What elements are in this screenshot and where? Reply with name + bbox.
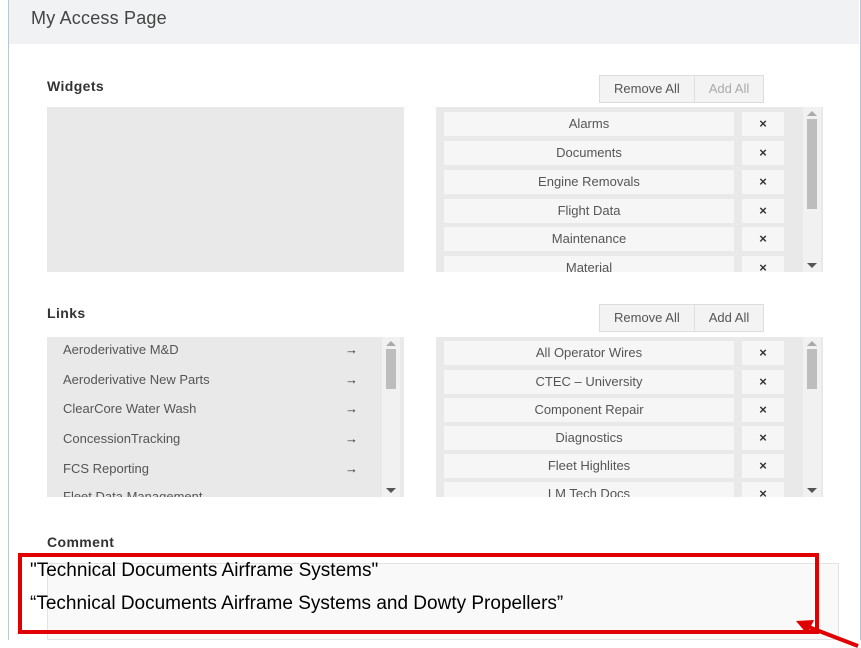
remove-link-icon[interactable]: ×: [742, 454, 784, 478]
annotation-arrow-icon: [796, 620, 859, 648]
link-item-label: FCS Reporting: [63, 461, 149, 476]
remove-widget-icon[interactable]: ×: [742, 256, 784, 272]
page-title: My Access Page: [31, 8, 167, 28]
remove-widget-icon[interactable]: ×: [742, 227, 784, 251]
callout-line-2: “Technical Documents Airframe Systems an…: [30, 593, 564, 614]
callout-line-1: "Technical Documents Airframe Systems": [30, 560, 379, 581]
link-item-label: ClearCore Water Wash: [63, 401, 197, 416]
links-add-all-button[interactable]: Add All: [695, 305, 763, 331]
widgets-label: Widgets: [47, 78, 105, 94]
widgets-scrollbar[interactable]: [803, 107, 821, 272]
remove-widget-icon[interactable]: ×: [742, 112, 784, 136]
list-item[interactable]: Fleet Data Management →: [63, 485, 393, 497]
widget-item-label: Documents: [444, 141, 734, 165]
widget-item-label: Engine Removals: [444, 170, 734, 194]
links-remove-all-button[interactable]: Remove All: [600, 305, 695, 331]
add-link-icon[interactable]: →: [345, 457, 358, 481]
list-item[interactable]: FCS Reporting →: [63, 457, 393, 481]
scroll-up-icon[interactable]: [386, 341, 396, 346]
links-button-group: Remove All Add All: [599, 304, 765, 332]
list-item[interactable]: Aeroderivative M&D →: [63, 338, 393, 362]
remove-link-icon[interactable]: ×: [742, 370, 784, 394]
annotation-callout-box: "Technical Documents Airframe Systems" “…: [18, 553, 819, 634]
list-item[interactable]: ClearCore Water Wash →: [63, 397, 393, 421]
widget-item-label: Maintenance: [444, 227, 734, 251]
add-link-icon[interactable]: →: [345, 338, 358, 362]
add-link-icon[interactable]: →: [345, 368, 358, 392]
comment-label: Comment: [47, 534, 115, 550]
add-link-icon[interactable]: →: [345, 397, 358, 421]
links-available-list[interactable]: Aeroderivative M&D → Aeroderivative New …: [47, 337, 404, 497]
scroll-down-icon[interactable]: [386, 488, 396, 493]
link-item-label: Fleet Data Management: [63, 489, 203, 497]
links-selected-list[interactable]: All Operator Wires × CTEC – University ×…: [436, 337, 823, 497]
widgets-add-all-button[interactable]: Add All: [695, 76, 763, 102]
remove-link-icon[interactable]: ×: [742, 482, 784, 497]
link-item-label: Component Repair: [444, 398, 734, 422]
add-link-icon[interactable]: →: [345, 485, 358, 497]
scroll-up-icon[interactable]: [807, 111, 817, 116]
link-item-label: Diagnostics: [444, 426, 734, 450]
remove-link-icon[interactable]: ×: [742, 398, 784, 422]
widgets-button-group: Remove All Add All: [599, 75, 765, 103]
scroll-thumb[interactable]: [386, 349, 396, 389]
widgets-remove-all-button[interactable]: Remove All: [600, 76, 695, 102]
remove-widget-icon[interactable]: ×: [742, 141, 784, 165]
link-item-label: ConcessionTracking: [63, 431, 181, 446]
remove-link-icon[interactable]: ×: [742, 426, 784, 450]
widgets-selected-list[interactable]: Alarms × Documents × Engine Removals × F…: [436, 107, 823, 272]
remove-widget-icon[interactable]: ×: [742, 170, 784, 194]
links-selected-scrollbar[interactable]: [803, 337, 821, 497]
scroll-down-icon[interactable]: [807, 263, 817, 268]
links-label: Links: [47, 305, 86, 321]
widgets-available-list[interactable]: [47, 107, 404, 272]
remove-link-icon[interactable]: ×: [742, 341, 784, 365]
link-item-label: All Operator Wires: [444, 341, 734, 365]
widget-item-label: Material: [444, 256, 734, 272]
link-item-label: LM Tech Docs: [444, 482, 734, 497]
scroll-down-icon[interactable]: [807, 488, 817, 493]
link-item-label: CTEC – University: [444, 370, 734, 394]
add-link-icon[interactable]: →: [345, 427, 358, 451]
links-available-scrollbar[interactable]: [382, 337, 400, 497]
link-item-label: Aeroderivative M&D: [63, 342, 179, 357]
widget-item-label: Alarms: [444, 112, 734, 136]
link-item-label: Fleet Highlites: [444, 454, 734, 478]
remove-widget-icon[interactable]: ×: [742, 199, 784, 223]
title-bar: My Access Page: [9, 0, 859, 44]
scroll-up-icon[interactable]: [807, 341, 817, 346]
list-item[interactable]: Aeroderivative New Parts →: [63, 368, 393, 392]
scroll-thumb[interactable]: [807, 119, 817, 209]
widget-item-label: Flight Data: [444, 199, 734, 223]
list-item[interactable]: ConcessionTracking →: [63, 427, 393, 451]
scroll-thumb[interactable]: [807, 349, 817, 389]
link-item-label: Aeroderivative New Parts: [63, 372, 210, 387]
